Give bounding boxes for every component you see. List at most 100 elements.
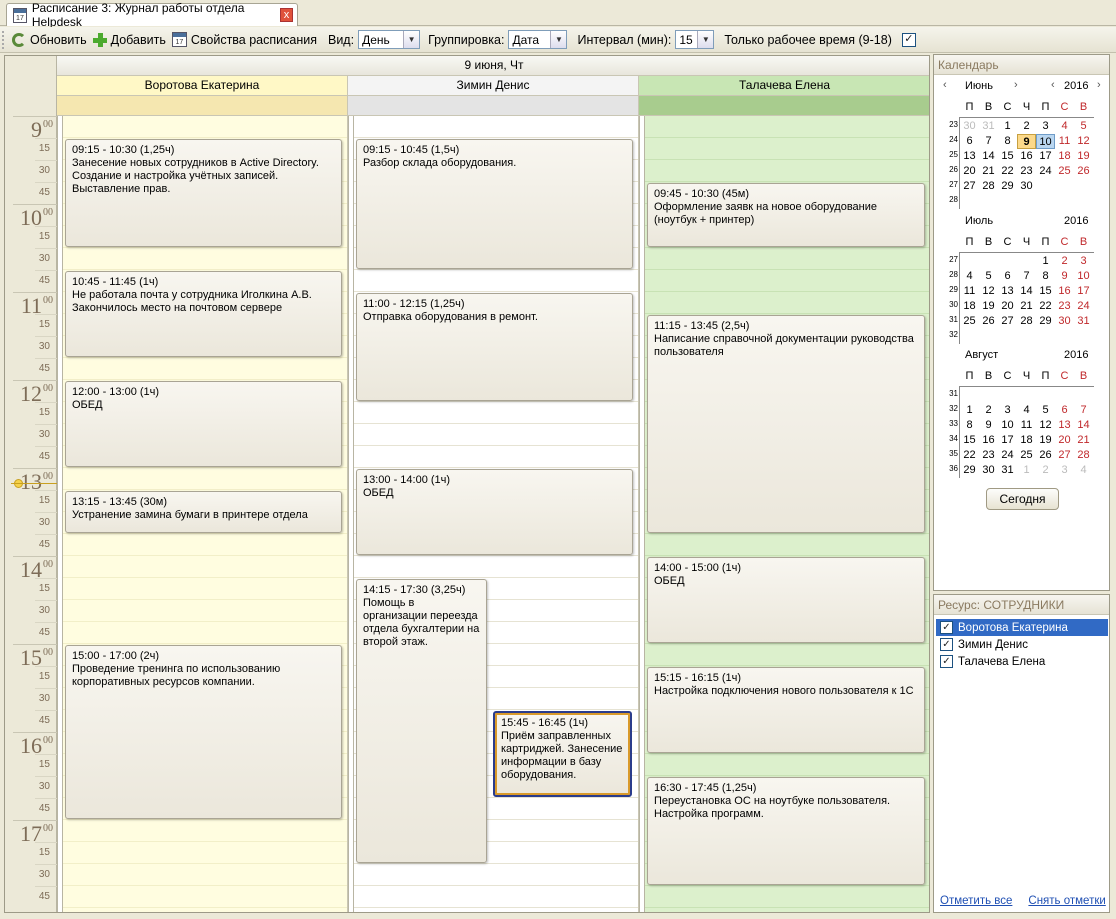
day-cell[interactable]: 10 bbox=[998, 418, 1017, 433]
day-cell[interactable]: 14 bbox=[979, 149, 998, 164]
day-cell[interactable]: 1 bbox=[1017, 463, 1036, 478]
day-cell[interactable]: 18 bbox=[1017, 433, 1036, 448]
day-cell[interactable]: 10 bbox=[1036, 134, 1055, 149]
day-cell[interactable]: 11 bbox=[1055, 134, 1074, 149]
worktime-checkbox[interactable]: ✓ bbox=[901, 32, 916, 47]
day-cell[interactable]: 20 bbox=[1055, 433, 1074, 448]
day-cell[interactable]: 11 bbox=[960, 284, 979, 299]
day-cell[interactable]: 22 bbox=[1036, 299, 1055, 314]
uncheck-all-link[interactable]: Снять отметки bbox=[1028, 895, 1105, 907]
day-cell[interactable]: 24 bbox=[1074, 299, 1093, 314]
day-cell[interactable]: 30 bbox=[960, 119, 979, 134]
event-card[interactable]: 11:15 - 13:45 (2,5ч) Написание справочной… bbox=[647, 315, 925, 533]
time-slot[interactable] bbox=[639, 138, 929, 160]
day-cell[interactable]: 19 bbox=[979, 299, 998, 314]
chevron-left-icon[interactable]: ‹ bbox=[1051, 79, 1055, 91]
day-cell[interactable]: 10 bbox=[1074, 269, 1093, 284]
time-slot[interactable] bbox=[57, 358, 347, 380]
day-cell[interactable]: 25 bbox=[1017, 448, 1036, 463]
event-card[interactable]: 10:45 - 11:45 (1ч) Не работала почта у со… bbox=[65, 271, 342, 357]
day-cell[interactable]: 1 bbox=[960, 403, 979, 418]
chevron-left-icon[interactable]: ‹ bbox=[943, 79, 947, 91]
event-card[interactable]: 09:15 - 10:45 (1,5ч) Разбор склада оборуд… bbox=[356, 139, 633, 269]
day-cell[interactable]: 23 bbox=[1017, 164, 1036, 179]
day-cell[interactable]: 30 bbox=[979, 463, 998, 478]
day-cell[interactable]: 31 bbox=[998, 463, 1017, 478]
resource-header[interactable]: Зимин Денис bbox=[348, 76, 639, 96]
day-cell[interactable]: 23 bbox=[1055, 299, 1074, 314]
day-cell[interactable]: 14 bbox=[1074, 418, 1093, 433]
time-slot[interactable] bbox=[57, 116, 347, 138]
day-cell[interactable]: 27 bbox=[998, 314, 1017, 329]
event-card[interactable]: 15:15 - 16:15 (1ч) Настройка подключения … bbox=[647, 667, 925, 753]
day-cell[interactable]: 14 bbox=[1017, 284, 1036, 299]
day-cell[interactable]: 4 bbox=[1017, 403, 1036, 418]
day-cell[interactable]: 15 bbox=[998, 149, 1017, 164]
day-cell[interactable]: 2 bbox=[1055, 254, 1074, 269]
resource-checkbox[interactable]: ✓ bbox=[940, 621, 953, 634]
day-cell[interactable]: 29 bbox=[998, 179, 1017, 194]
day-cell[interactable]: 11 bbox=[1017, 418, 1036, 433]
day-cell[interactable]: 6 bbox=[998, 269, 1017, 284]
time-slot[interactable] bbox=[639, 160, 929, 182]
event-card[interactable]: 12:00 - 13:00 (1ч) ОБЕД bbox=[65, 381, 342, 467]
day-cell[interactable]: 5 bbox=[1074, 119, 1093, 134]
day-cell[interactable]: 7 bbox=[1074, 403, 1093, 418]
time-slot[interactable] bbox=[348, 446, 638, 468]
toolbar-grip[interactable] bbox=[2, 30, 6, 49]
event-card[interactable]: 14:15 - 17:30 (3,25ч) Помощь в организаци… bbox=[356, 579, 487, 863]
day-cell[interactable]: 9 bbox=[1017, 134, 1036, 149]
day-cell[interactable]: 19 bbox=[1074, 149, 1093, 164]
time-slot[interactable] bbox=[57, 820, 347, 842]
time-slot[interactable] bbox=[57, 600, 347, 622]
day-cell[interactable]: 18 bbox=[1055, 149, 1074, 164]
event-card[interactable]: 09:15 - 10:30 (1,25ч) Занесение новых сот… bbox=[65, 139, 342, 247]
time-slot[interactable] bbox=[348, 424, 638, 446]
day-cell[interactable]: 8 bbox=[1036, 269, 1055, 284]
time-slot[interactable] bbox=[348, 886, 638, 908]
time-slot[interactable] bbox=[348, 270, 638, 292]
time-slot[interactable] bbox=[639, 644, 929, 666]
day-cell[interactable]: 18 bbox=[960, 299, 979, 314]
time-slot[interactable] bbox=[57, 248, 347, 270]
day-cell[interactable]: 27 bbox=[1055, 448, 1074, 463]
day-cell[interactable]: 5 bbox=[979, 269, 998, 284]
day-cell[interactable]: 6 bbox=[1055, 403, 1074, 418]
refresh-button[interactable]: Обновить bbox=[12, 32, 87, 47]
day-cell[interactable]: 24 bbox=[1036, 164, 1055, 179]
add-button[interactable]: Добавить bbox=[92, 32, 166, 47]
event-card[interactable]: 14:00 - 15:00 (1ч) ОБЕД bbox=[647, 557, 925, 643]
time-slot[interactable] bbox=[57, 578, 347, 600]
day-cell[interactable]: 12 bbox=[1036, 418, 1055, 433]
day-cell[interactable]: 26 bbox=[1036, 448, 1055, 463]
day-cell[interactable]: 28 bbox=[1074, 448, 1093, 463]
day-cell[interactable]: 2 bbox=[1036, 463, 1055, 478]
event-card[interactable]: 16:30 - 17:45 (1,25ч) Переустановка ОС на… bbox=[647, 777, 925, 885]
time-slot[interactable] bbox=[348, 402, 638, 424]
resource-header[interactable]: Воротова Екатерина bbox=[57, 76, 348, 96]
day-cell[interactable]: 13 bbox=[1055, 418, 1074, 433]
day-cell[interactable]: 22 bbox=[960, 448, 979, 463]
day-cell[interactable]: 1 bbox=[1036, 254, 1055, 269]
day-cell[interactable]: 25 bbox=[1055, 164, 1074, 179]
day-cell[interactable]: 1 bbox=[998, 119, 1017, 134]
day-cell[interactable]: 25 bbox=[960, 314, 979, 329]
day-cell[interactable]: 12 bbox=[979, 284, 998, 299]
day-cell[interactable]: 15 bbox=[960, 433, 979, 448]
day-cell[interactable]: 21 bbox=[1017, 299, 1036, 314]
day-cell[interactable]: 13 bbox=[998, 284, 1017, 299]
day-cell[interactable]: 30 bbox=[1017, 179, 1036, 194]
day-cell[interactable]: 9 bbox=[1055, 269, 1074, 284]
day-cell[interactable]: 4 bbox=[960, 269, 979, 284]
event-card[interactable]: 13:00 - 14:00 (1ч) ОБЕД bbox=[356, 469, 633, 555]
day-cell[interactable]: 19 bbox=[1036, 433, 1055, 448]
time-slot[interactable] bbox=[57, 622, 347, 644]
event-card[interactable]: 11:00 - 12:15 (1,25ч) Отправка оборудован… bbox=[356, 293, 633, 401]
time-slot[interactable] bbox=[639, 886, 929, 908]
day-cell[interactable]: 2 bbox=[979, 403, 998, 418]
day-cell[interactable]: 31 bbox=[1074, 314, 1093, 329]
day-cell[interactable]: 23 bbox=[979, 448, 998, 463]
day-cell[interactable]: 30 bbox=[1055, 314, 1074, 329]
day-cell[interactable]: 21 bbox=[979, 164, 998, 179]
day-cell[interactable]: 9 bbox=[979, 418, 998, 433]
